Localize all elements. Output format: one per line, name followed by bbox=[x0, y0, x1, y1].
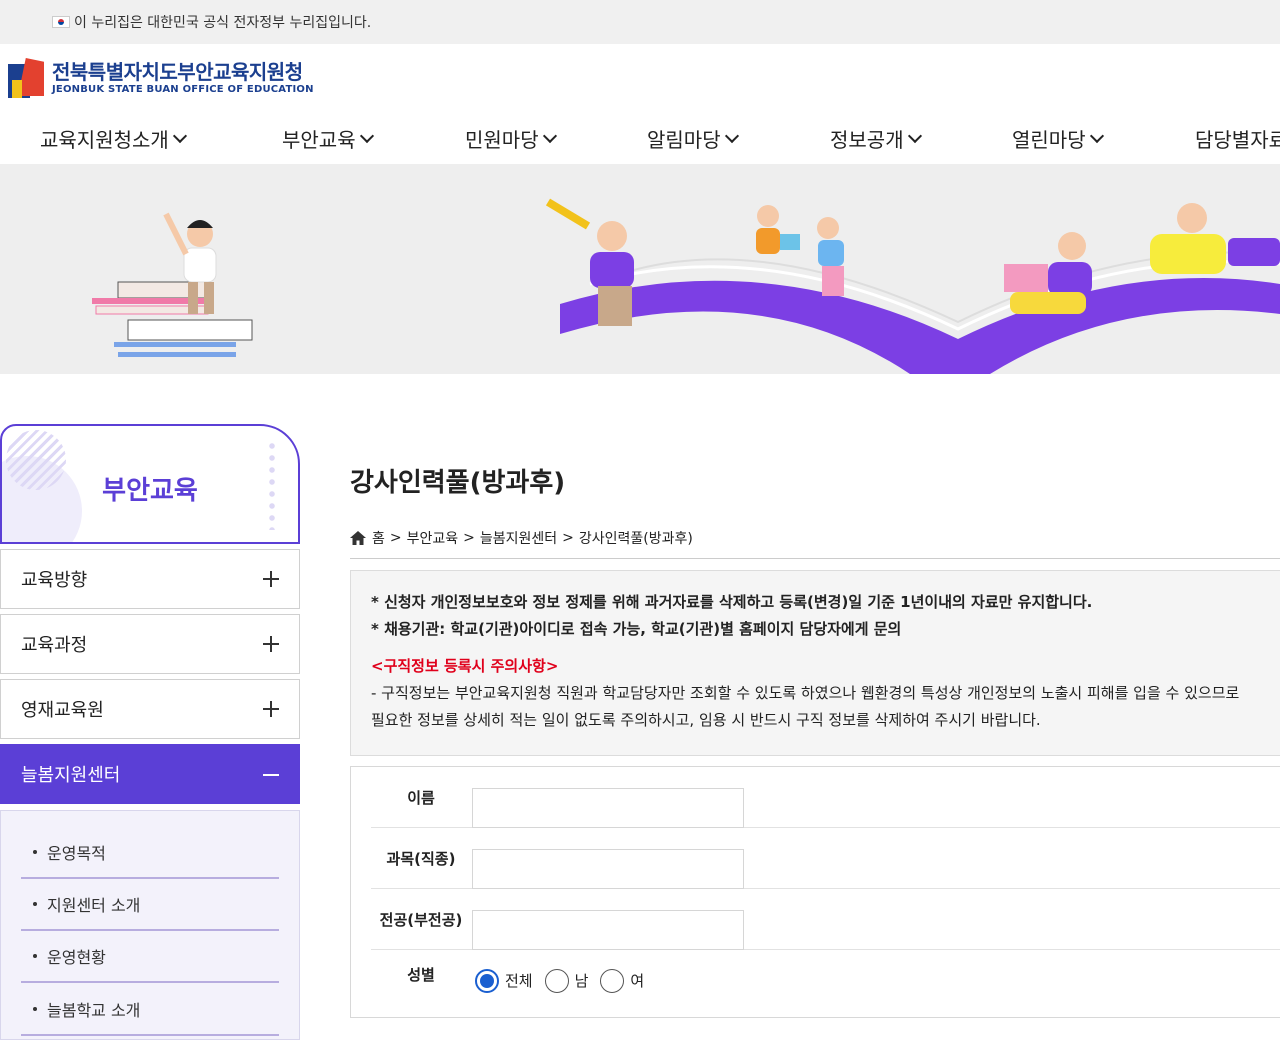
hero-banner bbox=[0, 164, 1280, 374]
side-menu-label: 늘봄지원센터 bbox=[21, 765, 121, 786]
chevron-down-icon bbox=[1089, 128, 1104, 143]
gender-female-radio[interactable] bbox=[600, 968, 625, 993]
breadcrumb-neulbom-center[interactable]: 늘봄지원센터 bbox=[480, 528, 557, 548]
logo-name-en: JEONBUK STATE BUAN OFFICE OF EDUCATION bbox=[52, 84, 314, 95]
plus-icon bbox=[263, 701, 279, 717]
gnb-item-open[interactable]: 열린마당 bbox=[1012, 124, 1104, 153]
side-nav-header: 부안교육 bbox=[0, 424, 300, 544]
notice-warning-title: <구직정보 등록시 주의사항> bbox=[371, 657, 559, 675]
sub-item-purpose[interactable]: 운영목적 bbox=[21, 827, 279, 879]
gnb-item-disclosure[interactable]: 정보공개 bbox=[830, 124, 922, 153]
sub-item-label: 운영목적 bbox=[47, 844, 106, 863]
breadcrumb-separator: > bbox=[463, 530, 475, 546]
gender-male-label[interactable]: 남 bbox=[575, 970, 589, 991]
sub-item-school-intro[interactable]: 늘봄학교 소개 bbox=[21, 984, 279, 1036]
chevron-down-icon bbox=[359, 128, 374, 143]
sub-item-label: 운영현황 bbox=[47, 948, 106, 967]
gender-female-label[interactable]: 여 bbox=[630, 970, 644, 991]
side-menu-curriculum[interactable]: 교육과정 bbox=[0, 614, 300, 674]
gnb-label: 알림마당 bbox=[647, 128, 721, 152]
site-logo[interactable]: 전북특별자치도부안교육지원청 JEONBUK STATE BUAN OFFICE… bbox=[8, 56, 314, 100]
logo-name-ko: 전북특별자치도부안교육지원청 bbox=[52, 60, 303, 84]
form-row-name: 이름 bbox=[371, 767, 1280, 828]
side-menu-gifted-center[interactable]: 영재교육원 bbox=[0, 679, 300, 739]
office-emblem-icon bbox=[8, 56, 46, 100]
gender-radio-group: 전체 남 여 bbox=[475, 950, 656, 1011]
side-menu-label: 교육과정 bbox=[21, 635, 88, 656]
gnb-item-resources[interactable]: 담당별자료 bbox=[1195, 124, 1280, 153]
subject-label: 과목(직종) bbox=[386, 850, 456, 868]
sub-item-status[interactable]: 운영현황 bbox=[21, 931, 279, 983]
sub-item-label: 늘봄학교 소개 bbox=[47, 1001, 141, 1020]
gnb-label: 열린마당 bbox=[1012, 128, 1086, 152]
gnb-item-notice[interactable]: 알림마당 bbox=[647, 124, 739, 153]
chevron-down-icon bbox=[724, 128, 739, 143]
page-title: 강사인력풀(방과후) bbox=[350, 468, 566, 498]
form-row-gender: 성별 전체 남 여 bbox=[371, 950, 1280, 1011]
gnb-label: 민원마당 bbox=[465, 128, 539, 152]
side-menu-neulbom-center[interactable]: 늘봄지원센터 bbox=[0, 744, 300, 804]
hero-illustration bbox=[92, 198, 1280, 374]
subject-input[interactable] bbox=[472, 849, 744, 889]
chevron-down-icon bbox=[907, 128, 922, 143]
chevron-down-icon bbox=[172, 128, 187, 143]
gender-all-radio[interactable] bbox=[475, 968, 499, 993]
chevron-down-icon bbox=[542, 128, 557, 143]
minus-icon bbox=[263, 774, 279, 776]
notice-line-privacy: * 신청자 개인정보보호와 정보 정제를 위해 과거자료를 삭제하고 등록(변경… bbox=[371, 593, 1093, 611]
breadcrumb-separator: > bbox=[562, 530, 574, 546]
plus-icon bbox=[263, 571, 279, 587]
global-nav: 교육지원청소개 부안교육 민원마당 알림마당 정보공개 열린마당 담당별자료 bbox=[0, 124, 1280, 164]
major-label: 전공(부전공) bbox=[379, 911, 463, 929]
side-nav-title: 부안교육 bbox=[102, 476, 198, 506]
gender-label: 성별 bbox=[407, 966, 435, 984]
title-divider bbox=[350, 558, 1280, 559]
search-form: 이름 과목(직종) 전공(부전공) 성별 전체 남 여 bbox=[350, 766, 1280, 1018]
gnb-label: 담당별자료 bbox=[1195, 128, 1280, 152]
gnb-label: 정보공개 bbox=[830, 128, 904, 152]
breadcrumb-separator: > bbox=[389, 530, 402, 546]
gnb-label: 교육지원청소개 bbox=[40, 128, 169, 152]
home-icon bbox=[350, 531, 366, 545]
name-input[interactable] bbox=[472, 788, 744, 828]
form-row-subject: 과목(직종) bbox=[371, 828, 1280, 889]
notice-body-line2: 필요한 정보를 상세히 적는 일이 없도록 주의하시고, 임용 시 반드시 구직… bbox=[371, 711, 1041, 729]
korea-flag-icon bbox=[52, 16, 70, 28]
notice-box: * 신청자 개인정보보호와 정보 정제를 위해 과거자료를 삭제하고 등록(변경… bbox=[350, 570, 1280, 756]
breadcrumb-home[interactable]: 홈 bbox=[372, 528, 385, 548]
notice-body-line1: - 구직정보는 부안교육지원청 직원과 학교담당자만 조회할 수 있도록 하였으… bbox=[371, 684, 1240, 702]
gender-all-label[interactable]: 전체 bbox=[505, 970, 533, 991]
sub-item-label: 지원센터 소개 bbox=[47, 896, 141, 915]
gender-male-radio[interactable] bbox=[544, 968, 569, 993]
form-row-major: 전공(부전공) bbox=[371, 889, 1280, 950]
side-menu-education-direction[interactable]: 교육방향 bbox=[0, 549, 300, 609]
side-submenu: 운영목적 지원센터 소개 운영현황 늘봄학교 소개 bbox=[0, 810, 300, 1040]
breadcrumb: 홈 > 부안교육 > 늘봄지원센터 > 강사인력풀(방과후) bbox=[350, 528, 693, 548]
side-menu-label: 교육방향 bbox=[21, 570, 88, 591]
name-label: 이름 bbox=[407, 789, 435, 807]
gnb-item-intro[interactable]: 교육지원청소개 bbox=[40, 124, 187, 153]
breadcrumb-current: 강사인력풀(방과후) bbox=[578, 531, 693, 547]
plus-icon bbox=[263, 636, 279, 652]
gnb-item-civil[interactable]: 민원마당 bbox=[465, 124, 557, 153]
gnb-label: 부안교육 bbox=[282, 128, 356, 152]
side-menu-label: 영재교육원 bbox=[21, 700, 104, 721]
sub-item-center-intro[interactable]: 지원센터 소개 bbox=[21, 879, 279, 931]
major-input[interactable] bbox=[472, 910, 744, 950]
notice-line-employer: * 채용기관: 학교(기관)아이디로 접속 가능, 학교(기관)별 홈페이지 담… bbox=[371, 620, 902, 638]
gnb-item-buan-education[interactable]: 부안교육 bbox=[282, 124, 374, 153]
breadcrumb-buan-education[interactable]: 부안교육 bbox=[407, 528, 459, 548]
gov-banner: 이 누리집은 대한민국 공식 전자정부 누리집입니다. bbox=[0, 0, 1280, 44]
gov-banner-text: 이 누리집은 대한민국 공식 전자정부 누리집입니다. bbox=[74, 15, 372, 31]
